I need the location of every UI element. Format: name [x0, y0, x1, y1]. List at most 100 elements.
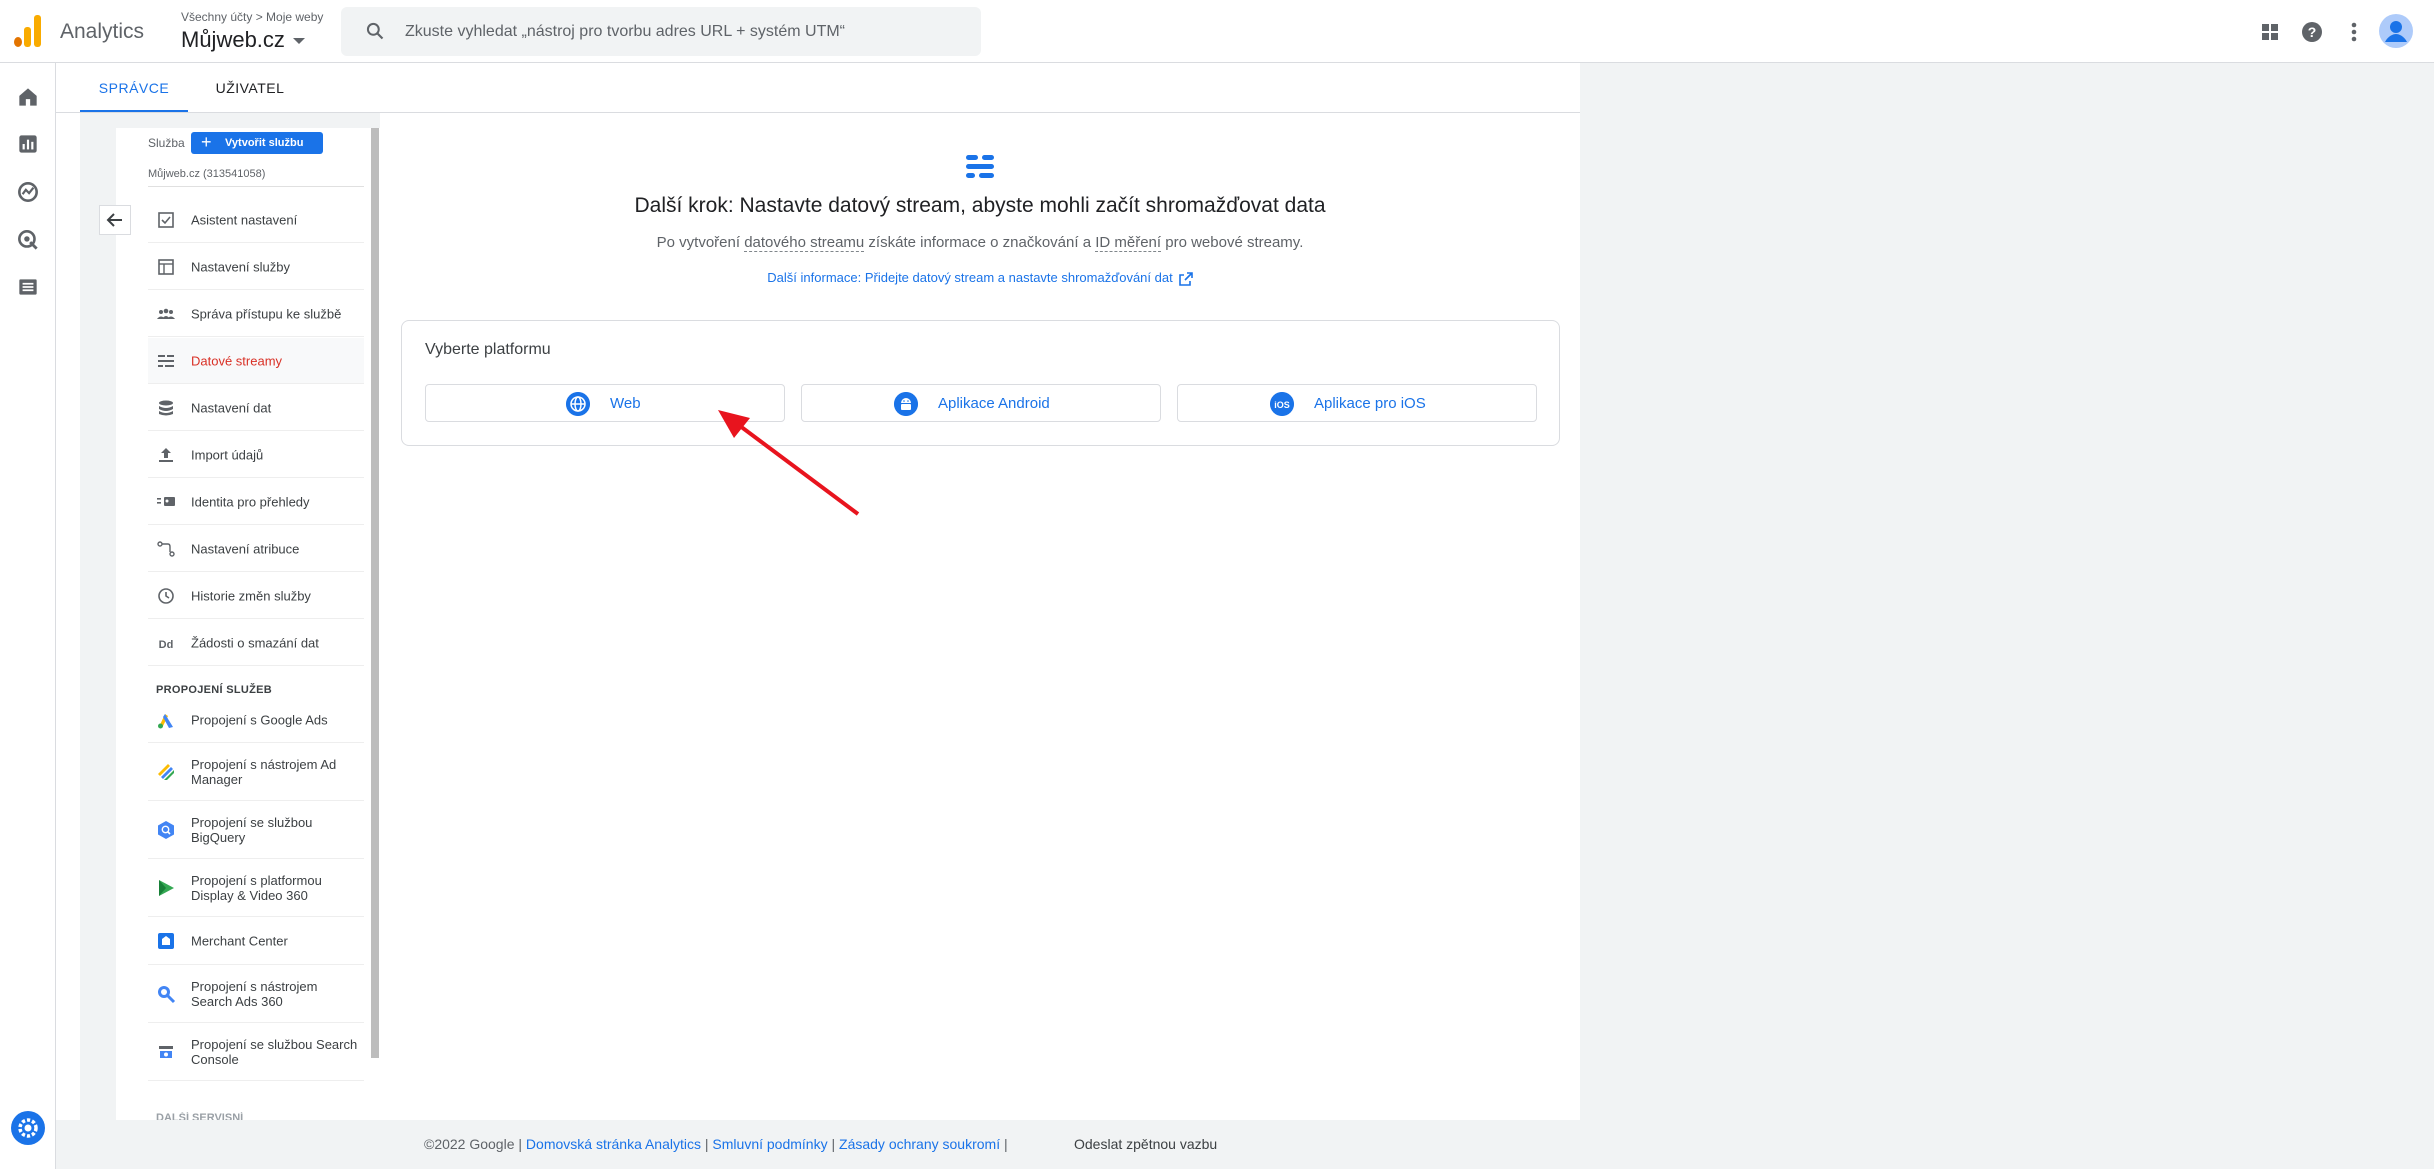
app-name: Analytics [60, 20, 145, 43]
link-item-search-ads[interactable]: Propojení s nástrojem Search Ads 360 [148, 965, 364, 1023]
more-vert-icon[interactable] [2340, 18, 2368, 46]
tab-user[interactable]: UŽIVATEL [196, 63, 304, 113]
property-name: Můjweb.cz [181, 27, 285, 52]
platform-web-label: Web [610, 395, 641, 412]
tab-admin[interactable]: SPRÁVCE [80, 63, 188, 113]
sidebar-item-streams[interactable]: Datové streamy [148, 338, 364, 384]
platform-ios-label: Aplikace pro iOS [1314, 395, 1426, 412]
configure-icon[interactable] [15, 274, 41, 300]
property-selector[interactable]: Můjweb.cz [181, 27, 305, 53]
footer-link-home[interactable]: Domovská stránka Analytics [526, 1136, 701, 1152]
subtitle-part: pro webové streamy. [1161, 234, 1304, 251]
layout-icon [158, 258, 174, 275]
data-stream-term[interactable]: datového streamu [744, 234, 865, 252]
footer-separator: | [1000, 1136, 1008, 1152]
link-item-bigquery-label: Propojení se službou BigQuery [191, 814, 313, 845]
sidebar-item-layout-label: Nastavení služby [191, 259, 290, 274]
help-link-text: Další informace: Přidejte datový stream … [767, 270, 1173, 285]
people-icon [157, 308, 175, 319]
sidebar-item-attribution-label: Nastavení atribuce [191, 541, 300, 556]
ios-icon: iOS [1270, 392, 1294, 416]
sidebar-item-layout[interactable]: Nastavení služby [148, 244, 364, 290]
sidebar-item-history[interactable]: Historie změn služby [148, 573, 364, 619]
footer: ©2022 Google | Domovská stránka Analytic… [424, 1136, 1008, 1152]
link-item-ad-manager[interactable]: Propojení s nástrojem Ad Manager [148, 743, 364, 801]
subtitle-part: získáte informace o značkování a [864, 234, 1096, 251]
sidebar-item-people-label: Správa přístupu ke službě [191, 306, 342, 321]
link-item-google-ads-label: Propojení s Google Ads [191, 712, 328, 727]
platform-card: Vyberte platformu Web Aplikace Android i… [401, 320, 1560, 446]
apps-grid-icon[interactable] [2256, 18, 2284, 46]
sidebar-item-identity-label: Identita pro přehledy [191, 494, 310, 509]
ad-manager-icon [158, 763, 174, 780]
sidebar-item-dd-label: Žádosti o smazání dat [191, 635, 319, 650]
dv360-icon [159, 879, 174, 896]
attribution-icon [157, 540, 175, 557]
link-item-search-console-label: Propojení se službou Search Console [191, 1036, 358, 1067]
footer-link-terms[interactable]: Smluvní podmínky [712, 1136, 827, 1152]
link-item-google-ads[interactable]: Propojení s Google Ads [148, 697, 364, 743]
avatar[interactable] [2378, 13, 2414, 49]
explore-icon[interactable] [15, 179, 41, 205]
globe-icon [566, 392, 590, 416]
service-name[interactable]: Můjweb.cz (313541058) [148, 168, 265, 180]
left-rail [0, 63, 56, 1169]
link-item-search-console[interactable]: Propojení se službou Search Console [148, 1023, 364, 1081]
sidebar-item-upload-label: Import údajů [191, 447, 264, 462]
create-property-button[interactable]: + Vytvořit službu [191, 132, 323, 154]
svg-text:?: ? [2308, 24, 2317, 40]
svg-text:Dd: Dd [159, 639, 174, 651]
search-console-icon [159, 1045, 173, 1058]
checkbox-icon [158, 211, 174, 228]
sidebar-item-people[interactable]: Správa přístupu ke službě [148, 291, 364, 337]
sidebar-item-identity[interactable]: Identita pro přehledy [148, 479, 364, 525]
divider [148, 186, 364, 187]
back-button[interactable] [99, 205, 131, 235]
link-item-merchant-center[interactable]: Merchant Center [148, 917, 364, 965]
advertising-icon[interactable] [15, 227, 41, 253]
top-bar: Analytics Všechny účty > Moje weby Můjwe… [0, 0, 2434, 63]
bigquery-icon [158, 820, 174, 839]
link-item-search-ads-label: Propojení s nástrojem Search Ads 360 [191, 978, 318, 1009]
plus-icon: + [201, 132, 212, 152]
service-label: Služba [148, 136, 185, 150]
create-property-label: Vytvořit službu [225, 137, 304, 149]
footer-separator: | [827, 1136, 840, 1152]
sidebar-item-checkbox[interactable]: Asistent nastavení [148, 197, 364, 243]
more-heading: DALŠÍ SERVISNÍ [156, 1112, 244, 1120]
home-icon[interactable] [15, 84, 41, 110]
admin-column-scrollbar[interactable] [371, 128, 379, 1058]
open-in-new-icon [1178, 271, 1193, 286]
search-input[interactable] [405, 7, 965, 56]
platform-ios-button[interactable]: iOS Aplikace pro iOS [1177, 384, 1537, 422]
help-link[interactable]: Další informace: Přidejte datový stream … [380, 270, 1580, 286]
search-box[interactable] [341, 7, 981, 56]
measurement-id-term[interactable]: ID měření [1095, 234, 1162, 252]
database-icon [159, 400, 173, 415]
sidebar-item-upload[interactable]: Import údajů [148, 432, 364, 478]
merchant-center-icon [158, 932, 174, 949]
admin-gear-icon[interactable] [11, 1111, 45, 1145]
link-item-dv360[interactable]: Propojení s platformou Display & Video 3… [148, 859, 364, 917]
breadcrumb[interactable]: Všechny účty > Moje weby [181, 10, 323, 24]
search-icon [366, 22, 384, 40]
sidebar-item-database[interactable]: Nastavení dat [148, 385, 364, 431]
sidebar-item-attribution[interactable]: Nastavení atribuce [148, 526, 364, 572]
feedback-link[interactable]: Odeslat zpětnou vazbu [1074, 1136, 1217, 1152]
history-icon [158, 587, 174, 604]
google-ads-icon [158, 713, 173, 728]
link-item-ad-manager-label: Propojení s nástrojem Ad Manager [191, 756, 337, 787]
streams-icon [158, 354, 174, 367]
sidebar-item-checkbox-label: Asistent nastavení [191, 212, 298, 227]
help-icon[interactable]: ? [2298, 18, 2326, 46]
subtitle-part: Po vytvoření [656, 234, 745, 251]
link-item-bigquery[interactable]: Propojení se službou BigQuery [148, 801, 364, 859]
reports-icon[interactable] [15, 131, 41, 157]
link-item-dv360-label: Propojení s platformou Display & Video 3… [191, 872, 322, 903]
sidebar-item-dd[interactable]: Dd Žádosti o smazání dat [148, 620, 364, 666]
analytics-logo-icon[interactable] [14, 15, 42, 47]
sidebar-item-streams-label: Datové streamy [191, 353, 283, 368]
platform-title: Vyberte platformu [425, 341, 551, 358]
footer-link-privacy[interactable]: Zásady ochrany soukromí [839, 1136, 1000, 1152]
copyright: ©2022 Google | [424, 1136, 526, 1152]
